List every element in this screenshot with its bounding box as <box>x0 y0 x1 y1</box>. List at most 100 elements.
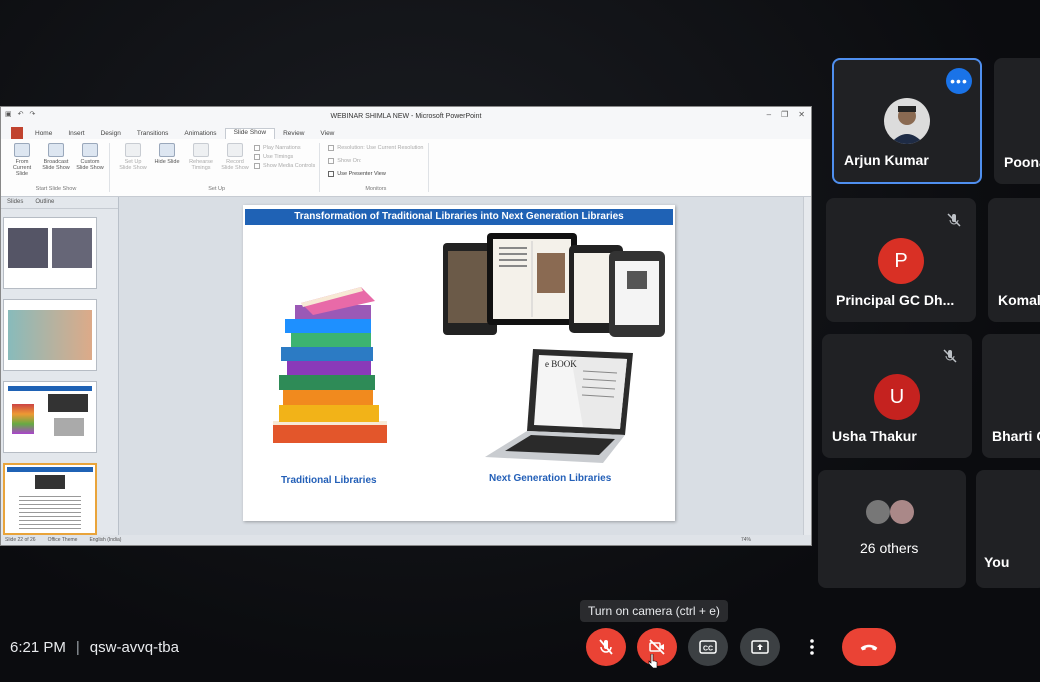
ebook-screen-label: e BOOK <box>545 359 577 369</box>
participant-name: Principal GC Dh... <box>836 292 955 308</box>
mic-off-icon <box>947 213 961 227</box>
setup-icon <box>125 143 141 157</box>
hide-slide-button: Hide Slide <box>152 143 182 186</box>
slide-thumbnail <box>3 217 97 289</box>
others-count: 26 others <box>860 540 919 556</box>
self-tile[interactable]: You <box>976 470 1040 588</box>
custom-show-button: Custom Slide Show <box>75 143 105 186</box>
slideshow-icon <box>14 143 30 157</box>
present-button[interactable] <box>740 628 780 666</box>
present-screen-icon <box>751 640 769 654</box>
ppt-ribbon: From Current Slide Broadcast Slide Show … <box>1 139 811 197</box>
rehearse-icon <box>193 143 209 157</box>
captions-button[interactable]: CC <box>688 628 728 666</box>
tab-home: Home <box>35 130 53 137</box>
hide-slide-icon <box>159 143 175 157</box>
participant-tile-usha[interactable]: U Usha Thakur <box>822 334 972 458</box>
mouse-pointer-icon <box>648 654 658 668</box>
avatar <box>890 500 914 524</box>
avatar <box>866 500 890 524</box>
shared-presentation: ▣ ↶ ↷ WEBINAR SHIMLA NEW - Microsoft Pow… <box>0 106 812 546</box>
theme-name: Office Theme <box>47 537 78 543</box>
record-button: Record Slide Show <box>220 143 250 186</box>
meeting-info: 6:21 PM | qsw-avvq-tba <box>10 639 179 656</box>
show-media-check: Show Media Controls <box>254 163 315 169</box>
meeting-time: 6:21 PM <box>10 639 66 656</box>
tab-view: View <box>320 130 335 137</box>
participant-tile-poona[interactable]: Poona <box>994 58 1040 184</box>
participant-name: Poona <box>1004 154 1040 170</box>
slide-title: Transformation of Traditional Libraries … <box>245 209 673 225</box>
show-on-select: Show On: <box>328 158 423 164</box>
slide-thumbnail <box>3 381 97 453</box>
zoom-level: 74% <box>740 537 751 543</box>
record-icon <box>227 143 243 157</box>
tab-review: Review <box>283 130 305 137</box>
avatar: U <box>874 374 920 420</box>
ppt-status-bar: Slide 22 of 26 Office Theme English (Ind… <box>1 535 811 545</box>
broadcast-icon <box>48 143 64 157</box>
slide-counter: Slide 22 of 26 <box>5 537 36 543</box>
separator: | <box>75 639 80 656</box>
slide-thumbnail <box>3 299 97 371</box>
tab-outline: Outline <box>35 199 55 205</box>
hang-up-icon <box>860 644 878 651</box>
ppt-title-bar: ▣ ↶ ↷ WEBINAR SHIMLA NEW - Microsoft Pow… <box>1 107 811 125</box>
avatar <box>884 98 930 144</box>
microphone-button[interactable] <box>586 628 626 666</box>
traditional-libraries-caption: Traditional Libraries <box>281 475 377 486</box>
participant-name: Bharti C <box>992 428 1040 444</box>
closed-captions-icon: CC <box>699 640 717 654</box>
self-label: You <box>984 554 1010 570</box>
others-tile[interactable]: 26 others <box>818 470 966 588</box>
use-timings-check: Use Timings <box>254 154 315 160</box>
custom-show-icon <box>82 143 98 157</box>
leave-call-button[interactable] <box>842 628 896 666</box>
tab-animations: Animations <box>184 130 217 137</box>
ppt-ribbon-tabs: Home Insert Design Transitions Animation… <box>1 125 811 139</box>
broadcast-button: Broadcast Slide Show <box>41 143 71 186</box>
slide-thumbnail-selected <box>3 463 97 535</box>
more-vertical-icon <box>810 639 814 655</box>
from-current-button: From Current Slide <box>7 143 37 186</box>
minimize-icon: – <box>766 110 772 119</box>
tab-design: Design <box>100 130 121 137</box>
save-icon: ▣ <box>5 111 12 118</box>
monitors-group: Resolution: Use Current Resolution Show … <box>324 143 429 192</box>
file-tab <box>11 127 23 139</box>
quick-access-toolbar: ▣ ↶ ↷ <box>5 110 35 118</box>
participant-tile-bharti[interactable]: Bharti C <box>982 334 1040 458</box>
participant-tile-komal[interactable]: Komal <box>988 198 1040 322</box>
participant-tile-principal[interactable]: P Principal GC Dh... <box>826 198 976 322</box>
play-narrations-check: Play Narrations <box>254 145 315 151</box>
more-options-icon[interactable]: ••• <box>946 68 972 94</box>
book-stack-illustration <box>273 287 387 443</box>
tab-transitions: Transitions <box>136 130 169 137</box>
setup-group: Set Up Slide Show Hide Slide Rehearse Ti… <box>114 143 321 192</box>
next-generation-libraries-caption: Next Generation Libraries <box>489 473 612 484</box>
start-slide-show-group: From Current Slide Broadcast Slide Show … <box>3 143 110 192</box>
avatar: P <box>878 238 924 284</box>
language-indicator: English (India) <box>89 537 122 543</box>
resolution-select: Resolution: Use Current Resolution <box>328 145 424 151</box>
svg-text:CC: CC <box>703 646 713 653</box>
participant-tile-arjun[interactable]: ••• Arjun Kumar <box>832 58 982 184</box>
ppt-window-title: WEBINAR SHIMLA NEW - Microsoft PowerPoin… <box>330 112 482 120</box>
mic-off-icon <box>599 639 613 655</box>
close-icon: ✕ <box>798 110 805 119</box>
camera-tooltip: Turn on camera (ctrl + e) <box>580 600 728 622</box>
setup-show-button: Set Up Slide Show <box>118 143 148 186</box>
participant-name: Arjun Kumar <box>844 152 929 168</box>
current-slide: Transformation of Traditional Libraries … <box>243 205 675 521</box>
meeting-code: qsw-avvq-tba <box>89 639 179 656</box>
participant-name: Komal <box>998 292 1040 308</box>
slide-thumbnails-panel: Slides Outline <box>1 197 119 535</box>
mic-off-icon <box>943 349 957 363</box>
ereader-devices-illustration <box>443 233 665 337</box>
slide-editing-canvas: Transformation of Traditional Libraries … <box>119 197 811 535</box>
ppt-vertical-scrollbar <box>803 197 811 535</box>
more-options-button[interactable] <box>792 628 832 666</box>
rehearse-button: Rehearse Timings <box>186 143 216 186</box>
presenter-view-check: Use Presenter View <box>328 171 423 177</box>
restore-icon: ❐ <box>781 110 789 119</box>
